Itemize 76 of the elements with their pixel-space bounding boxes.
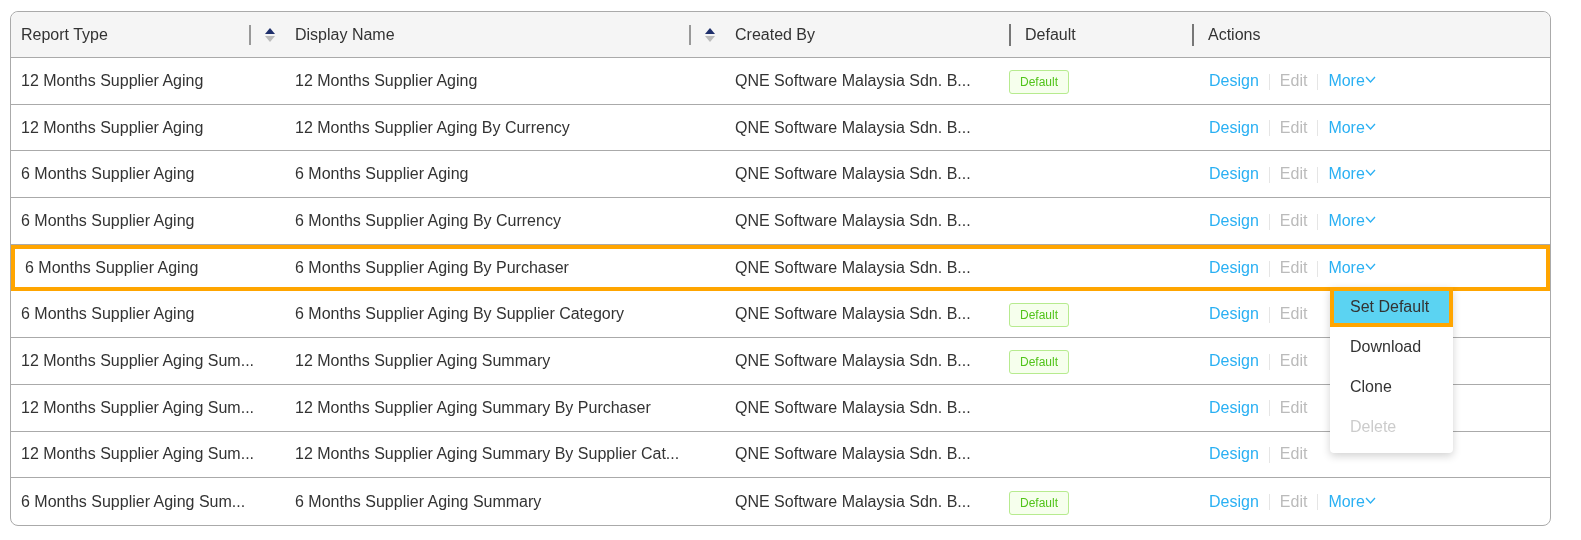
- table-cell: 6 Months Supplier Aging Summary: [295, 492, 542, 510]
- caret-icon[interactable]: [1364, 122, 1376, 130]
- more-link[interactable]: More: [1328, 118, 1376, 136]
- table-cell: 6 Months Supplier Aging By Currency: [295, 211, 561, 229]
- table-cell: QNE Software Malaysia Sdn. B...: [735, 305, 971, 323]
- table-cell: 12 Months Supplier Aging Summary By Purchaser: [295, 398, 651, 416]
- edit-link[interactable]: Edit: [1279, 445, 1308, 463]
- edit-link[interactable]: Edit: [1279, 351, 1308, 369]
- edit-link[interactable]: Edit: [1279, 211, 1308, 229]
- caret-icon[interactable]: [1364, 216, 1376, 224]
- more-link[interactable]: More: [1328, 71, 1376, 89]
- menu-item[interactable]: Clone: [1330, 367, 1453, 408]
- table-cell: 12 Months Supplier Aging: [295, 71, 478, 89]
- table-cell: 6 Months Supplier Aging By Purchaser: [295, 259, 569, 277]
- table-cell: 12 Months Supplier Aging Sum...: [21, 351, 255, 369]
- edit-link[interactable]: Edit: [1279, 118, 1308, 136]
- table-cell: QNE Software Malaysia Sdn. B...: [735, 71, 971, 89]
- column-header: Default: [1025, 24, 1076, 45]
- edit-link[interactable]: Edit: [1279, 492, 1308, 510]
- design-link[interactable]: Design: [1209, 259, 1259, 277]
- table-cell: 12 Months Supplier Aging Summary: [295, 351, 551, 369]
- design-link[interactable]: Design: [1209, 445, 1259, 463]
- caret-icon[interactable]: [1364, 169, 1376, 177]
- table-cell: QNE Software Malaysia Sdn. B...: [735, 118, 971, 136]
- more-link[interactable]: More: [1328, 492, 1376, 510]
- edit-link[interactable]: Edit: [1279, 165, 1308, 183]
- edit-link[interactable]: Edit: [1279, 259, 1308, 277]
- sort-icon[interactable]: [265, 26, 275, 43]
- more-link[interactable]: More: [1328, 259, 1376, 277]
- menu-item[interactable]: Download: [1330, 327, 1453, 368]
- default-tag: Default: [1009, 303, 1070, 328]
- table-cell: 12 Months Supplier Aging Sum...: [21, 398, 255, 416]
- default-tag: Default: [1009, 69, 1070, 94]
- table-cell: 12 Months Supplier Aging Sum...: [21, 445, 255, 463]
- table-cell: QNE Software Malaysia Sdn. B...: [735, 211, 971, 229]
- table-cell: 6 Months Supplier Aging: [21, 165, 195, 183]
- caret-icon[interactable]: [1364, 76, 1376, 84]
- more-link[interactable]: More: [1328, 165, 1376, 183]
- column-header: Display Name: [295, 24, 395, 45]
- column-header: Report Type: [21, 24, 108, 45]
- sort-icon[interactable]: [705, 26, 715, 43]
- design-link[interactable]: Design: [1209, 118, 1259, 136]
- table-cell: QNE Software Malaysia Sdn. B...: [735, 445, 971, 463]
- table-cell: 6 Months Supplier Aging: [21, 211, 195, 229]
- design-link[interactable]: Design: [1209, 305, 1259, 323]
- table-cell: QNE Software Malaysia Sdn. B...: [735, 165, 971, 183]
- design-link[interactable]: Design: [1209, 211, 1259, 229]
- table-cell: QNE Software Malaysia Sdn. B...: [735, 492, 971, 510]
- design-link[interactable]: Design: [1209, 492, 1259, 510]
- more-link[interactable]: More: [1328, 211, 1376, 229]
- caret-icon[interactable]: [1364, 496, 1376, 504]
- table-cell: QNE Software Malaysia Sdn. B...: [735, 351, 971, 369]
- table-cell: 12 Months Supplier Aging: [21, 71, 204, 89]
- design-link[interactable]: Design: [1209, 71, 1259, 89]
- menu-item[interactable]: Set Default: [1330, 287, 1453, 328]
- edit-link[interactable]: Edit: [1279, 71, 1308, 89]
- column-header: Actions: [1208, 24, 1261, 45]
- column-header: Created By: [735, 24, 816, 45]
- table-cell: 12 Months Supplier Aging By Currency: [295, 118, 570, 136]
- table-cell: 6 Months Supplier Aging: [21, 305, 195, 323]
- design-link[interactable]: Design: [1209, 398, 1259, 416]
- table-cell: 6 Months Supplier Aging By Supplier Category: [295, 305, 625, 323]
- caret-icon[interactable]: [1364, 263, 1376, 271]
- design-link[interactable]: Design: [1209, 351, 1259, 369]
- default-tag: Default: [1009, 490, 1070, 515]
- table-cell: QNE Software Malaysia Sdn. B...: [735, 398, 971, 416]
- table-cell: 6 Months Supplier Aging Sum...: [21, 492, 246, 510]
- table-cell: 12 Months Supplier Aging: [21, 118, 204, 136]
- table-cell: 6 Months Supplier Aging: [295, 165, 469, 183]
- table-cell: 6 Months Supplier Aging: [25, 259, 199, 277]
- table-cell: 12 Months Supplier Aging Summary By Supplier Cat...: [295, 445, 680, 463]
- default-tag: Default: [1009, 349, 1070, 374]
- design-link[interactable]: Design: [1209, 165, 1259, 183]
- edit-link[interactable]: Edit: [1279, 398, 1308, 416]
- edit-link[interactable]: Edit: [1279, 305, 1308, 323]
- table-cell: QNE Software Malaysia Sdn. B...: [735, 259, 971, 277]
